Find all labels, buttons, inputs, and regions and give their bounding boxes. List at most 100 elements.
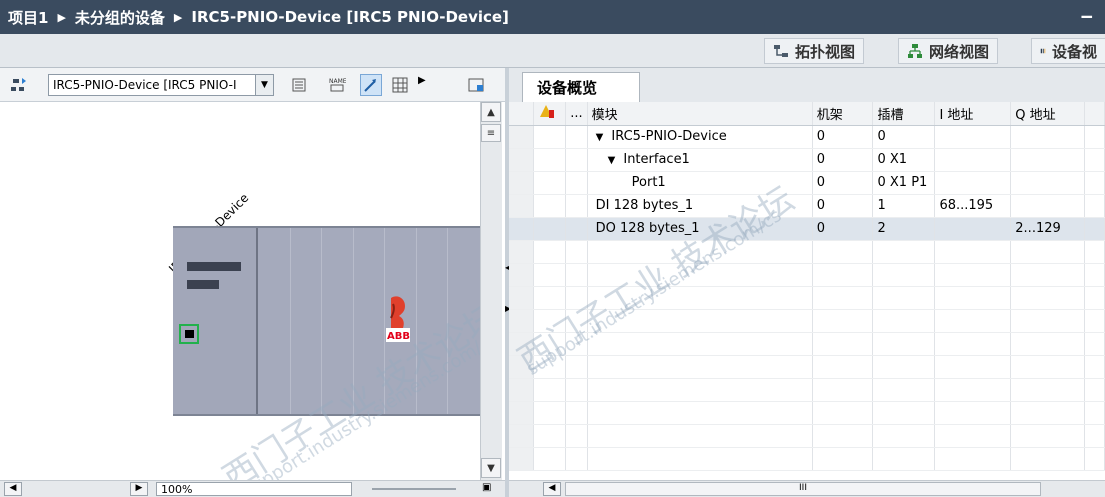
q-address-cell[interactable] — [1010, 125, 1086, 149]
scroll-down-icon[interactable]: ▼ — [481, 458, 501, 478]
breadcrumb-device[interactable]: IRC5-PNIO-Device [IRC5 PNIO-Device] — [191, 8, 509, 26]
scroll-thumb[interactable]: III — [565, 482, 1041, 496]
empty-cell — [509, 286, 535, 310]
table-row[interactable]: DI 128 bytes_1 0 1 68...195 — [509, 194, 1105, 218]
empty-table-row[interactable] — [509, 309, 1105, 333]
i-address-cell[interactable] — [934, 217, 1012, 241]
q-address-cell[interactable] — [1010, 194, 1086, 218]
empty-cell — [812, 355, 874, 379]
q-address-cell[interactable] — [1010, 148, 1086, 172]
empty-cell — [587, 332, 813, 356]
more-tools-arrow-icon[interactable]: ▶ — [418, 75, 426, 86]
header-q-address[interactable]: Q 地址 — [1010, 102, 1086, 126]
header-more-column[interactable]: ... — [565, 102, 588, 126]
expand-arrow-icon[interactable]: ▼ — [596, 132, 604, 143]
table-row[interactable]: Port1 0 0 X1 P1 — [509, 171, 1105, 195]
empty-cell — [533, 240, 567, 264]
scroll-up-icon[interactable]: ▲ — [481, 102, 501, 122]
rack-led-bar — [187, 262, 241, 271]
rack-cell[interactable]: 0 — [812, 217, 874, 241]
ethernet-port-icon[interactable] — [179, 324, 199, 344]
q-address-cell[interactable]: 2...129 — [1010, 217, 1086, 241]
i-address-cell[interactable] — [934, 125, 1012, 149]
draw-connections-icon[interactable] — [360, 74, 382, 96]
rack-led-bar — [187, 280, 219, 289]
empty-table-row[interactable] — [509, 401, 1105, 425]
dropdown-arrow-icon[interactable]: ▼ — [255, 75, 273, 95]
device-tree-icon[interactable] — [8, 74, 30, 96]
header-status-column[interactable] — [533, 102, 567, 126]
i-address-cell[interactable]: 68...195 — [934, 194, 1012, 218]
empty-cell — [872, 286, 936, 310]
vertical-scrollbar[interactable]: ▲ ≡ ▼ — [480, 102, 502, 480]
empty-table-row[interactable] — [509, 240, 1105, 264]
device-graphic-canvas[interactable]: IRC5-PNIO-Device ABB — [0, 102, 480, 480]
table-row[interactable]: ▼ IRC5-PNIO-Device 0 0 — [509, 125, 1105, 149]
slot-cell[interactable]: 2 — [872, 217, 936, 241]
panel-layout-icon[interactable] — [465, 74, 487, 96]
scroll-left-icon[interactable]: ◀ — [4, 482, 22, 496]
row-more-cell — [565, 125, 588, 149]
scroll-right-icon[interactable]: ▶ — [130, 482, 148, 496]
module-cell[interactable]: ▼ IRC5-PNIO-Device — [587, 125, 813, 149]
empty-cell — [872, 332, 936, 356]
header-rack[interactable]: 机架 — [812, 102, 874, 126]
rack-cell[interactable]: 0 — [812, 148, 874, 172]
row-end-cell — [1084, 148, 1105, 172]
device-selector-dropdown[interactable]: IRC5-PNIO-Device [IRC5 PNIO-I ▼ — [48, 74, 274, 96]
breadcrumb-group[interactable]: 未分组的设备 — [75, 7, 165, 28]
device-rack[interactable]: ABB — [173, 226, 480, 416]
i-address-cell[interactable] — [934, 148, 1012, 172]
empty-table-row[interactable] — [509, 424, 1105, 448]
zoom-slider[interactable] — [372, 488, 456, 490]
slot-cell[interactable]: 1 — [872, 194, 936, 218]
breadcrumb-separator-icon: ▶ — [57, 10, 66, 24]
header-i-address[interactable]: I 地址 — [934, 102, 1012, 126]
row-end-cell — [1084, 125, 1105, 149]
empty-cell — [565, 332, 588, 356]
slot-cell[interactable]: 0 — [872, 125, 936, 149]
module-cell[interactable]: DO 128 bytes_1 — [587, 217, 813, 241]
i-address-cell[interactable] — [934, 171, 1012, 195]
scroll-left-icon[interactable]: ◀ — [543, 482, 561, 496]
device-view-button[interactable]: 设备视 — [1031, 38, 1105, 64]
module-list-icon[interactable] — [288, 74, 310, 96]
slot-cell[interactable]: 0 X1 P1 — [872, 171, 936, 195]
empty-table-row[interactable] — [509, 286, 1105, 310]
rack-cell[interactable]: 0 — [812, 125, 874, 149]
module-cell[interactable]: DI 128 bytes_1 — [587, 194, 813, 218]
empty-table-row[interactable] — [509, 332, 1105, 356]
network-view-button[interactable]: 网络视图 — [898, 38, 999, 64]
empty-cell — [565, 401, 588, 425]
header-more[interactable] — [1084, 102, 1105, 126]
scroll-thumb[interactable]: ≡ — [481, 124, 501, 142]
empty-table-row[interactable] — [509, 447, 1105, 471]
q-address-cell[interactable] — [1010, 171, 1086, 195]
row-gutter — [509, 171, 535, 195]
expand-arrow-icon[interactable]: ▼ — [608, 155, 616, 166]
grid-icon[interactable] — [389, 74, 411, 96]
table-row[interactable]: DO 128 bytes_1 0 2 2...129 — [509, 217, 1105, 241]
rack-head-module[interactable] — [173, 228, 258, 414]
module-cell[interactable]: Port1 — [587, 171, 813, 195]
zoom-select[interactable]: 100% — [156, 482, 352, 496]
empty-cell — [509, 401, 535, 425]
topology-view-button[interactable]: 拓扑视图 — [764, 38, 865, 64]
header-module[interactable]: 模块 — [587, 102, 813, 126]
breadcrumb-project[interactable]: 项目1 — [8, 7, 48, 28]
empty-table-row[interactable] — [509, 355, 1105, 379]
horizontal-scrollbar[interactable]: ◀ III — [509, 480, 1105, 497]
slot-cell[interactable]: 0 X1 — [872, 148, 936, 172]
tab-device-overview[interactable]: 设备概览 — [522, 72, 640, 102]
rack-cell[interactable]: 0 — [812, 171, 874, 195]
empty-table-row[interactable] — [509, 263, 1105, 287]
rack-cell[interactable]: 0 — [812, 194, 874, 218]
overview-icon[interactable]: ▣ — [482, 482, 500, 496]
show-names-icon[interactable]: NAME — [326, 74, 348, 96]
empty-cell — [1010, 378, 1086, 402]
empty-table-row[interactable] — [509, 378, 1105, 402]
table-row[interactable]: ▼ Interface1 0 0 X1 — [509, 148, 1105, 172]
minimize-button[interactable]: ‒ — [1080, 6, 1093, 27]
module-cell[interactable]: ▼ Interface1 — [587, 148, 813, 172]
header-slot[interactable]: 插槽 — [872, 102, 936, 126]
